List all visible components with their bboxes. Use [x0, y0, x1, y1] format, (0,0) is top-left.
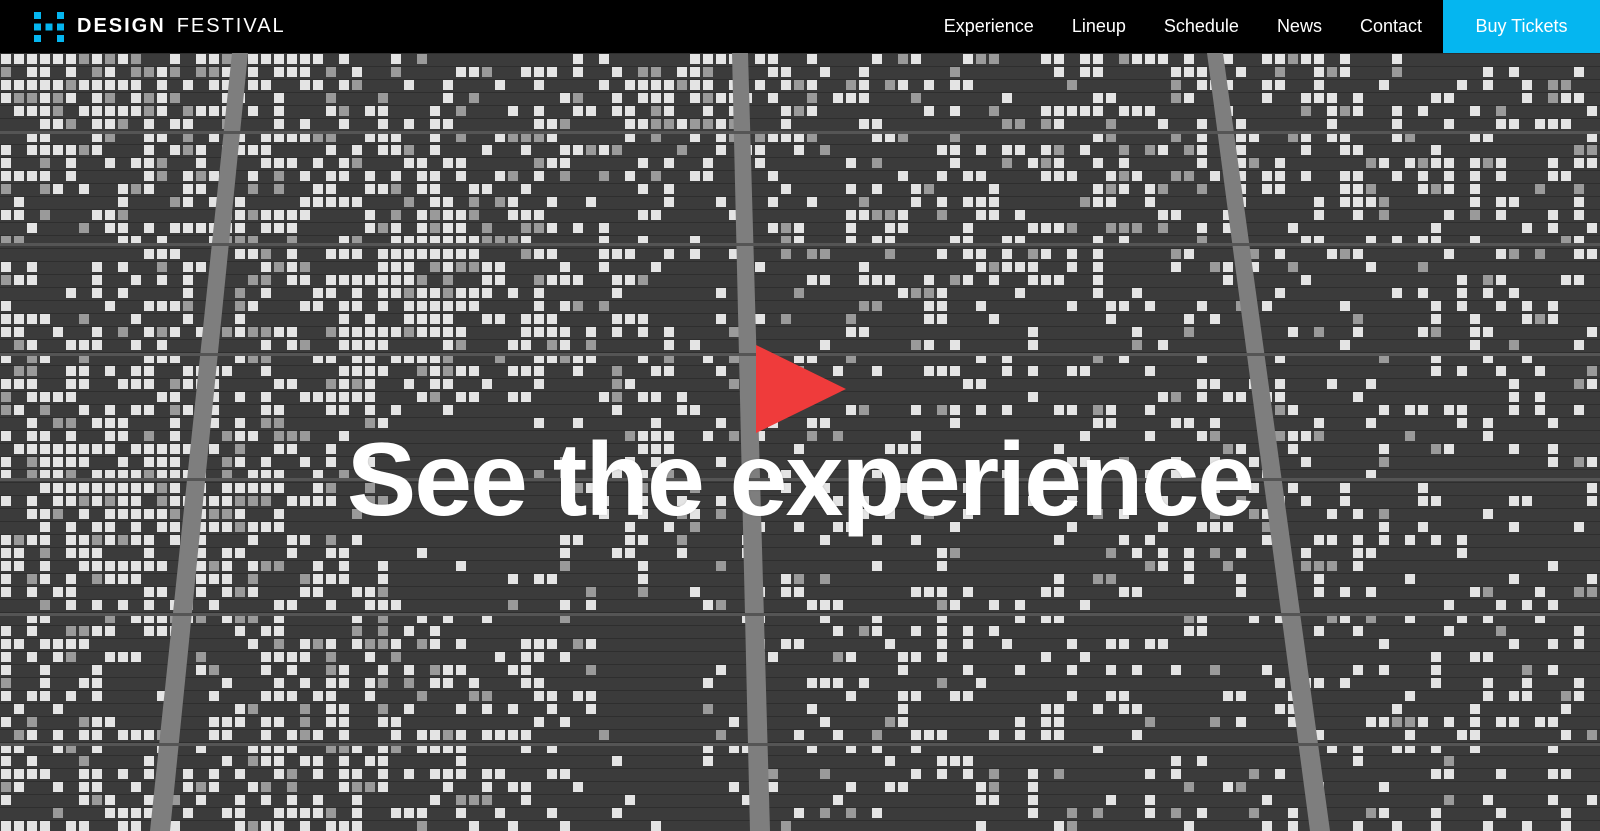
buy-tickets-button[interactable]: Buy Tickets	[1443, 0, 1600, 53]
brand-name-bold: DESIGN	[77, 15, 166, 37]
nav-link-schedule[interactable]: Schedule	[1145, 0, 1258, 53]
nav-link-contact[interactable]: Contact	[1341, 0, 1441, 53]
nav-link-experience[interactable]: Experience	[925, 0, 1053, 53]
brand-home-link[interactable]: DESIGN FESTIVAL	[34, 0, 286, 53]
hero-title: See the experience	[346, 422, 1255, 538]
hero-section: See the experience	[0, 53, 1600, 831]
page: DESIGN FESTIVAL Experience Lineup Schedu…	[0, 0, 1600, 831]
main-nav: Experience Lineup Schedule News Contact	[925, 0, 1443, 53]
nav-link-lineup[interactable]: Lineup	[1053, 0, 1145, 53]
nav-link-news[interactable]: News	[1258, 0, 1341, 53]
brand-name-light: FESTIVAL	[176, 15, 286, 37]
pixel-h-logo-icon	[34, 11, 64, 42]
play-icon[interactable]	[756, 345, 846, 433]
top-navbar: DESIGN FESTIVAL Experience Lineup Schedu…	[0, 0, 1600, 53]
